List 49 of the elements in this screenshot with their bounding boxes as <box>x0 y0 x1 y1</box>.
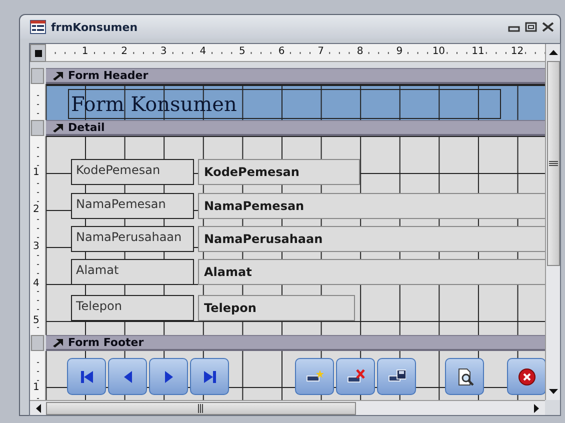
next-record-button[interactable] <box>149 358 188 395</box>
field-label[interactable]: Alamat <box>71 259 194 285</box>
text-box[interactable]: NamaPemesan <box>198 193 545 219</box>
field-label[interactable]: KodePemesan <box>71 159 194 185</box>
print-preview-button[interactable] <box>445 358 484 395</box>
delete-record-icon <box>346 368 364 386</box>
grip-icon <box>198 404 204 412</box>
section-bar[interactable]: Form Footer <box>46 335 545 351</box>
first-record-button[interactable] <box>67 358 106 395</box>
vertical-ruler <box>30 84 46 120</box>
vertical-scrollbar[interactable] <box>545 44 560 400</box>
previous-record-button[interactable] <box>108 358 147 395</box>
collapse-arrow-icon <box>52 338 64 348</box>
section-bar[interactable]: Form Header <box>46 68 545 84</box>
ruler-number: 1 <box>33 167 40 178</box>
window-title: frmKonsumen <box>51 20 139 34</box>
ruler-number: 4 <box>33 278 40 289</box>
last-record-button[interactable] <box>190 358 229 395</box>
form-icon <box>30 20 46 34</box>
add-record-button[interactable] <box>295 358 334 395</box>
section-title: Form Footer <box>68 336 144 349</box>
text-box[interactable]: NamaPerusahaan <box>198 226 545 252</box>
section-title: Form Header <box>68 69 148 82</box>
section-bar[interactable]: Detail <box>46 120 545 136</box>
field-label[interactable]: NamaPerusahaan <box>71 226 194 252</box>
restore-icon <box>525 22 537 32</box>
grip-icon <box>548 160 558 166</box>
field-label[interactable]: Telepon <box>71 295 194 321</box>
text-box[interactable]: Alamat <box>198 259 545 285</box>
field-label[interactable]: NamaPemesan <box>71 193 194 219</box>
close-icon <box>542 22 554 32</box>
ruler-number: 3 <box>33 241 40 252</box>
text-box[interactable]: KodePemesan <box>198 159 360 185</box>
ruler-number: 1 <box>33 382 40 393</box>
collapse-arrow-icon <box>52 122 64 132</box>
collapse-arrow-icon <box>52 70 64 80</box>
select-form-box[interactable] <box>30 44 46 62</box>
close-circle-icon <box>518 368 536 386</box>
save-record-button[interactable] <box>377 358 416 395</box>
scroll-thumb[interactable] <box>546 61 560 266</box>
print-preview-icon <box>456 368 474 386</box>
ruler-number: 2 <box>33 204 40 215</box>
text-box[interactable]: Telepon <box>198 295 355 321</box>
ruler-number: 5 <box>33 315 40 326</box>
section-title: Detail <box>68 121 105 134</box>
scroll-thumb[interactable] <box>46 402 356 414</box>
delete-record-button[interactable] <box>336 358 375 395</box>
horizontal-scrollbar[interactable] <box>30 400 545 415</box>
close-form-button[interactable] <box>507 358 545 395</box>
